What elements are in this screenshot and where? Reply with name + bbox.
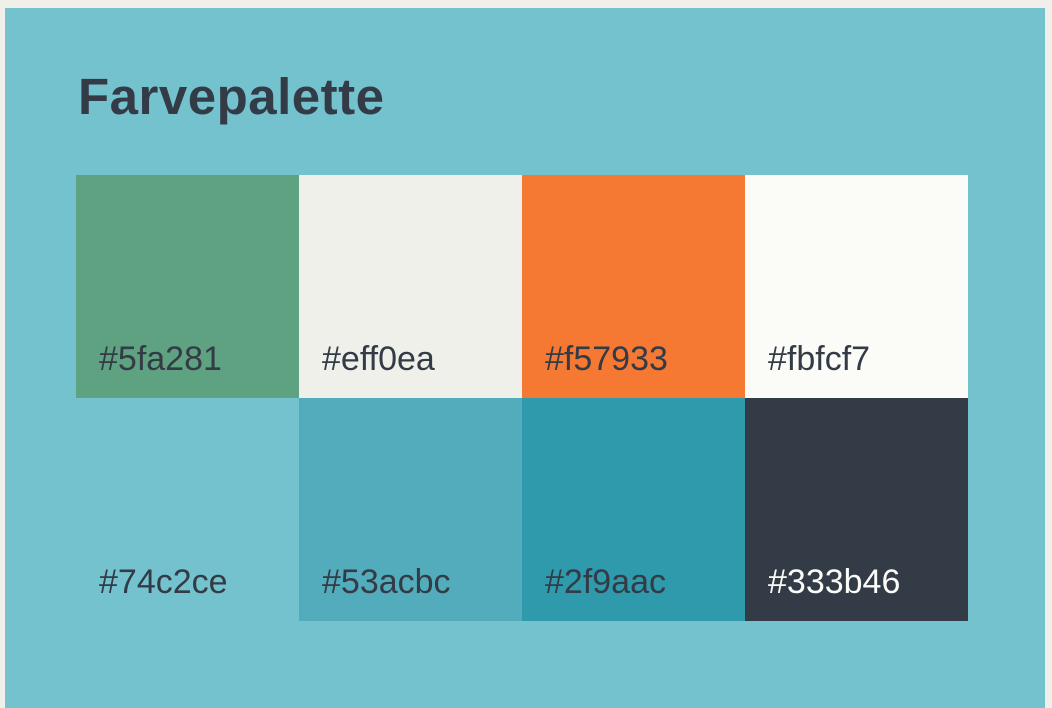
- swatch-hex-label: #74c2ce: [99, 563, 228, 602]
- swatch-53acbc: #53acbc: [299, 398, 522, 621]
- swatch-hex-label: #333b46: [768, 563, 901, 602]
- swatch-hex-label: #2f9aac: [545, 563, 666, 602]
- swatch-hex-label: #eff0ea: [322, 340, 435, 379]
- palette-panel: Farvepalette #5fa281 #eff0ea #f57933 #fb…: [5, 8, 1045, 708]
- swatch-hex-label: #fbfcf7: [768, 340, 871, 379]
- swatch-eff0ea: #eff0ea: [299, 175, 522, 398]
- page-title: Farvepalette: [78, 68, 385, 125]
- swatch-fbfcf7: #fbfcf7: [745, 175, 968, 398]
- swatch-2f9aac: #2f9aac: [522, 398, 745, 621]
- swatch-hex-label: #5fa281: [99, 340, 222, 379]
- swatch-f57933: #f57933: [522, 175, 745, 398]
- swatch-hex-label: #f57933: [545, 340, 668, 379]
- swatch-hex-label: #53acbc: [322, 563, 451, 602]
- swatch-333b46: #333b46: [745, 398, 968, 621]
- swatch-5fa281: #5fa281: [76, 175, 299, 398]
- swatch-74c2ce: #74c2ce: [76, 398, 299, 621]
